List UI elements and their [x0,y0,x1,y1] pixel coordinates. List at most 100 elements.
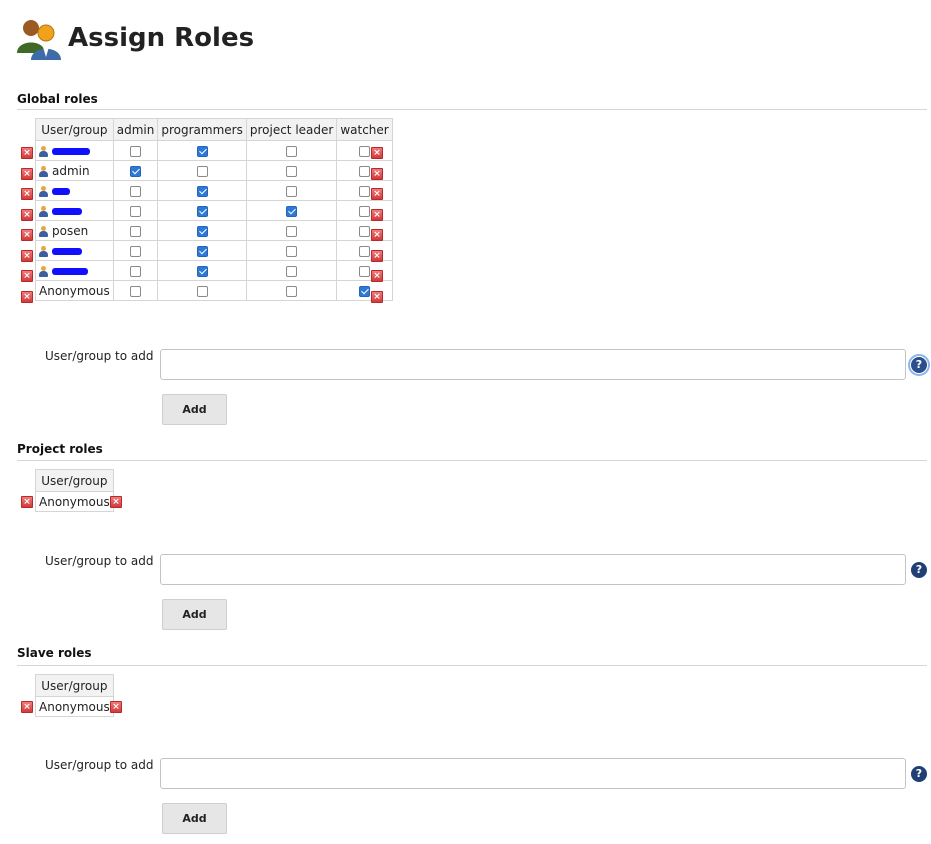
delete-icon[interactable]: × [21,270,33,282]
checkbox-admin[interactable] [130,165,142,177]
role-cell [336,200,393,221]
checkbox-project-leader[interactable] [286,225,298,237]
column-header-watcher: watcher [336,118,393,141]
delete-icon[interactable]: × [371,167,383,180]
project-roles-table: User/group Anonymous [35,469,114,512]
checkbox-programmers[interactable] [196,245,208,257]
role-cell [336,260,393,281]
checkbox-programmers[interactable] [196,225,208,237]
user-group-name: admin [52,163,90,178]
user-group-cell [35,180,114,201]
role-cell [336,140,393,161]
checkbox-watcher[interactable] [359,265,371,277]
role-cell [157,280,247,301]
checkbox-project-leader[interactable] [286,285,298,297]
redacted-username [52,267,88,275]
checkbox-admin[interactable] [130,225,142,237]
checkbox-programmers[interactable] [196,185,208,197]
role-cell [157,200,247,221]
global-roles-title: Global roles [17,92,98,106]
checkbox-watcher[interactable] [359,205,371,217]
checkbox-project-leader[interactable] [286,145,298,157]
checkbox-admin[interactable] [130,185,142,197]
user-icon [39,165,48,177]
slave-roles-title: Slave roles [17,646,92,660]
project-user-group-input[interactable] [160,554,906,585]
checkbox-admin[interactable] [130,285,142,297]
role-cell [157,180,247,201]
delete-icon[interactable]: × [21,701,33,713]
delete-icon[interactable]: × [371,249,383,262]
slave-add-button[interactable]: Add [162,803,227,834]
delete-icon[interactable]: × [371,270,383,282]
checkbox-programmers[interactable] [196,205,208,217]
role-cell [245,200,338,221]
table-row [35,140,393,161]
help-icon[interactable]: ? [908,354,930,376]
table-row [35,180,393,201]
global-user-group-input[interactable] [160,349,906,380]
delete-icon[interactable]: × [371,188,383,200]
user-group-name: Anonymous [35,491,114,512]
table-row [35,240,393,261]
checkbox-watcher[interactable] [359,285,371,297]
delete-icon[interactable]: × [371,229,383,241]
project-roles-header-row: User/group [35,469,114,492]
checkbox-project-leader[interactable] [286,265,298,277]
delete-icon[interactable]: × [21,290,33,303]
checkbox-project-leader[interactable] [286,165,298,177]
delete-icon[interactable]: × [21,208,33,221]
global-add-button[interactable]: Add [162,394,227,425]
delete-icon[interactable]: × [371,290,383,303]
role-cell [112,180,159,201]
checkbox-programmers[interactable] [196,165,208,177]
delete-icon[interactable]: × [21,188,33,200]
delete-icon[interactable]: × [21,167,33,180]
help-icon[interactable]: ? [911,562,927,578]
role-cell [157,240,247,261]
checkbox-project-leader[interactable] [286,205,298,217]
checkbox-watcher[interactable] [359,165,371,177]
role-cell [112,140,159,161]
checkbox-project-leader[interactable] [286,185,298,197]
role-cell [245,180,338,201]
delete-icon[interactable]: × [21,496,33,508]
delete-icon[interactable]: × [21,249,33,262]
checkbox-watcher[interactable] [359,245,371,257]
user-icon [39,245,48,257]
slave-user-group-input[interactable] [160,758,906,789]
project-add-button[interactable]: Add [162,599,227,630]
page-title: Assign Roles [68,23,255,53]
help-icon[interactable]: ? [911,766,927,782]
role-cell [112,220,159,241]
project-roles-divider [17,460,927,461]
redacted-username [52,147,90,155]
checkbox-admin[interactable] [130,265,142,277]
delete-icon[interactable]: × [371,147,383,159]
checkbox-admin[interactable] [130,205,142,217]
table-row: posen [35,220,393,241]
role-cell [112,160,159,181]
role-cell [157,260,247,281]
role-cell [112,280,159,301]
role-cell [157,160,247,181]
checkbox-watcher[interactable] [359,145,371,157]
checkbox-programmers[interactable] [196,285,208,297]
delete-icon[interactable]: × [110,496,122,508]
delete-icon[interactable]: × [21,229,33,241]
role-cell [112,200,159,221]
checkbox-admin[interactable] [130,145,142,157]
checkbox-watcher[interactable] [359,185,371,197]
delete-icon[interactable]: × [371,208,383,221]
slave-roles-header-row: User/group [35,674,114,697]
delete-icon[interactable]: × [110,701,122,713]
checkbox-programmers[interactable] [196,145,208,157]
project-roles-title: Project roles [17,442,103,456]
checkbox-project-leader[interactable] [286,245,298,257]
checkbox-admin[interactable] [130,245,142,257]
delete-icon[interactable]: × [21,147,33,159]
role-cell [336,240,393,261]
checkbox-programmers[interactable] [196,265,208,277]
user-group-name: Anonymous [35,696,114,717]
checkbox-watcher[interactable] [359,225,371,237]
